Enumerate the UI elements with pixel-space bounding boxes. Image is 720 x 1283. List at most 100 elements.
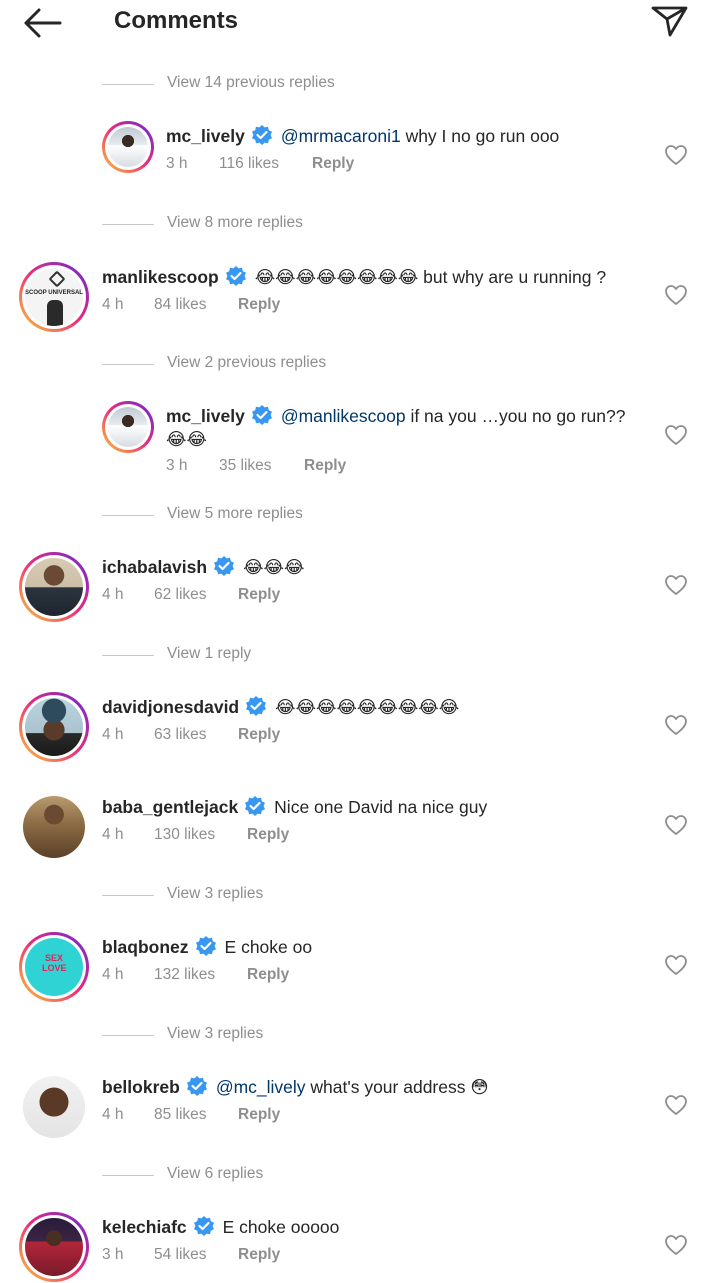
heart-icon[interactable] bbox=[664, 574, 688, 596]
comment-text: davidjonesdavid 😂😂😂😂😂😂😂😂😂 bbox=[102, 695, 662, 719]
heart-icon[interactable] bbox=[664, 1094, 688, 1116]
username[interactable]: ichabalavish bbox=[102, 557, 207, 577]
likes-count[interactable]: 54 likes bbox=[154, 1246, 238, 1264]
comment-time: 3 h bbox=[166, 457, 188, 474]
mention-link[interactable]: @mrmacaroni1 bbox=[281, 126, 401, 146]
comment-meta: 4 h 62 likes Reply bbox=[102, 586, 280, 604]
comment-text: bellokreb @mc_lively what's your address … bbox=[102, 1075, 642, 1099]
logo-mark bbox=[48, 270, 66, 288]
divider-line bbox=[102, 1175, 154, 1176]
likes-count[interactable]: 63 likes bbox=[154, 726, 238, 744]
comment-body-line2: 😂😂 bbox=[166, 429, 207, 449]
comment-time: 4 h bbox=[102, 726, 124, 743]
divider-line bbox=[102, 895, 154, 896]
arrow-left-icon[interactable] bbox=[22, 8, 66, 38]
comment-meta: 4 h 130 likes Reply bbox=[102, 826, 289, 844]
avatar[interactable] bbox=[102, 401, 154, 453]
username[interactable]: kelechiafc bbox=[102, 1217, 187, 1237]
divider-line bbox=[102, 1035, 154, 1036]
comment-meta: 3 h 54 likes Reply bbox=[102, 1246, 280, 1264]
comment-body: E choke ooooo bbox=[222, 1217, 340, 1237]
verified-badge-icon bbox=[251, 404, 273, 426]
comment-body: what's your address 😳 bbox=[305, 1077, 489, 1097]
verified-badge-icon bbox=[193, 1215, 215, 1237]
reply-button[interactable]: Reply bbox=[238, 1106, 280, 1124]
view-replies-label[interactable]: View 3 replies bbox=[167, 1025, 263, 1043]
comment-meta: 3 h 35 likes Reply bbox=[166, 457, 346, 475]
comment-body: 😂😂😂😂😂😂😂😂😂 bbox=[275, 697, 460, 717]
comment-text: manlikescoop 😂😂😂😂😂😂😂😂 but why are u runni… bbox=[102, 265, 662, 289]
comment-body: Nice one David na nice guy bbox=[274, 797, 488, 817]
paper-plane-icon[interactable] bbox=[650, 2, 690, 38]
header-bar: Comments bbox=[0, 0, 720, 48]
reply-button[interactable]: Reply bbox=[312, 155, 354, 173]
comment-time: 4 h bbox=[102, 586, 124, 603]
avatar[interactable] bbox=[19, 552, 89, 622]
reply-button[interactable]: Reply bbox=[238, 586, 280, 604]
avatar[interactable] bbox=[102, 121, 154, 173]
username[interactable]: manlikescoop bbox=[102, 267, 219, 287]
avatar[interactable] bbox=[19, 1072, 89, 1142]
comment-text: mc_lively @mrmacaroni1 why I no go run oo… bbox=[166, 124, 646, 148]
avatar-figure bbox=[47, 300, 63, 326]
comment-body: if na you …you no go run?? bbox=[405, 406, 626, 426]
avatar[interactable]: SCOOP UNIVERSAL bbox=[19, 262, 89, 332]
heart-icon[interactable] bbox=[664, 954, 688, 976]
reply-button[interactable]: Reply bbox=[247, 826, 289, 844]
verified-badge-icon bbox=[245, 695, 267, 717]
heart-icon[interactable] bbox=[664, 1234, 688, 1256]
likes-count[interactable]: 85 likes bbox=[154, 1106, 238, 1124]
avatar[interactable] bbox=[19, 792, 89, 862]
username[interactable]: davidjonesdavid bbox=[102, 697, 239, 717]
comment-text: ichabalavish 😂😂😂 bbox=[102, 555, 642, 579]
likes-count[interactable]: 132 likes bbox=[154, 966, 247, 984]
reply-button[interactable]: Reply bbox=[304, 457, 346, 475]
username[interactable]: bellokreb bbox=[102, 1077, 180, 1097]
reply-button[interactable]: Reply bbox=[247, 966, 289, 984]
avatar-label: SEX LOVE bbox=[42, 953, 67, 973]
heart-icon[interactable] bbox=[664, 284, 688, 306]
mention-link[interactable]: @mc_lively bbox=[216, 1077, 306, 1097]
comment-meta: 4 h 85 likes Reply bbox=[102, 1106, 280, 1124]
page-title: Comments bbox=[114, 7, 239, 34]
view-replies-label[interactable]: View 14 previous replies bbox=[167, 74, 335, 92]
reply-button[interactable]: Reply bbox=[238, 1246, 280, 1264]
heart-icon[interactable] bbox=[664, 714, 688, 736]
likes-count[interactable]: 130 likes bbox=[154, 826, 247, 844]
view-replies-label[interactable]: View 3 replies bbox=[167, 885, 263, 903]
view-replies-label[interactable]: View 2 previous replies bbox=[167, 354, 326, 372]
comment-meta: 3 h 116 likes Reply bbox=[166, 155, 354, 173]
username[interactable]: mc_lively bbox=[166, 406, 245, 426]
comment-body: 😂😂😂😂😂😂😂😂 but why are u running ? bbox=[254, 267, 607, 287]
heart-icon[interactable] bbox=[664, 424, 688, 446]
view-replies-label[interactable]: View 5 more replies bbox=[167, 505, 303, 523]
username[interactable]: baba_gentlejack bbox=[102, 797, 238, 817]
comment-meta: 4 h 132 likes Reply bbox=[102, 966, 289, 984]
divider-line bbox=[102, 224, 154, 225]
likes-count[interactable]: 84 likes bbox=[154, 296, 238, 314]
verified-badge-icon bbox=[251, 124, 273, 146]
comment-meta: 4 h 63 likes Reply bbox=[102, 726, 280, 744]
username[interactable]: mc_lively bbox=[166, 126, 245, 146]
reply-button[interactable]: Reply bbox=[238, 726, 280, 744]
avatar[interactable] bbox=[19, 692, 89, 762]
avatar-label: SCOOP UNIVERSAL bbox=[25, 290, 83, 296]
likes-count[interactable]: 62 likes bbox=[154, 586, 238, 604]
likes-count[interactable]: 116 likes bbox=[219, 155, 312, 173]
heart-icon[interactable] bbox=[664, 814, 688, 836]
view-replies-label[interactable]: View 1 reply bbox=[167, 645, 251, 663]
verified-badge-icon bbox=[244, 795, 266, 817]
view-replies-label[interactable]: View 8 more replies bbox=[167, 214, 303, 232]
avatar[interactable] bbox=[19, 1212, 89, 1282]
reply-button[interactable]: Reply bbox=[238, 296, 280, 314]
heart-icon[interactable] bbox=[664, 144, 688, 166]
comment-body: E choke oo bbox=[224, 937, 313, 957]
likes-count[interactable]: 35 likes bbox=[219, 457, 304, 475]
mention-link[interactable]: @manlikescoop bbox=[281, 406, 406, 426]
divider-line bbox=[102, 655, 154, 656]
verified-badge-icon bbox=[186, 1075, 208, 1097]
avatar[interactable]: SEX LOVE bbox=[19, 932, 89, 1002]
view-replies-label[interactable]: View 6 replies bbox=[167, 1165, 263, 1183]
username[interactable]: blaqbonez bbox=[102, 937, 189, 957]
comment-time: 4 h bbox=[102, 1106, 124, 1123]
